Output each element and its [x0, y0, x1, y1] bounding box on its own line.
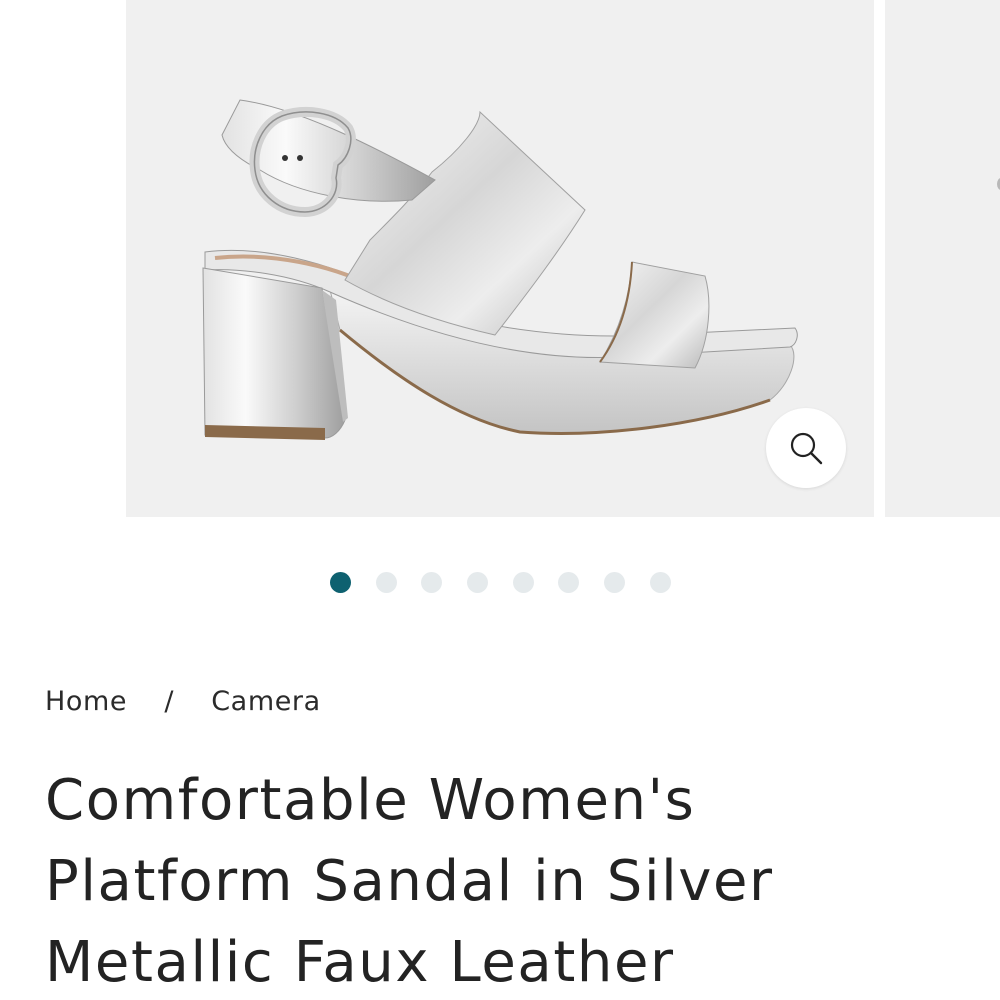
gallery-pagination	[330, 571, 696, 593]
breadcrumb-current-link[interactable]: Camera	[211, 686, 321, 717]
product-gallery[interactable]	[0, 0, 1000, 518]
breadcrumb-home-link[interactable]: Home	[45, 686, 127, 717]
product-image	[202, 99, 798, 440]
gallery-dot-1[interactable]	[330, 571, 351, 593]
gallery-dot-6[interactable]	[558, 571, 580, 593]
next-image-preview[interactable]	[885, 0, 1000, 517]
gallery-dot-4[interactable]	[467, 571, 489, 593]
gallery-dot-5[interactable]	[512, 571, 534, 593]
product-page: Home / Camera Comfortable Women's Platfo…	[0, 0, 1000, 1000]
breadcrumb: Home / Camera	[45, 686, 321, 717]
product-title: Comfortable Women's Platform Sandal in S…	[45, 768, 774, 995]
product-image-slide[interactable]	[126, 0, 874, 517]
gallery-dot-3[interactable]	[421, 571, 443, 593]
gallery-dot-2[interactable]	[375, 571, 397, 593]
zoom-button[interactable]	[766, 408, 846, 488]
gallery-dot-8[interactable]	[649, 571, 671, 593]
magnifier-icon	[790, 432, 823, 465]
breadcrumb-separator: /	[164, 686, 175, 717]
gallery-dot-7[interactable]	[604, 571, 626, 593]
